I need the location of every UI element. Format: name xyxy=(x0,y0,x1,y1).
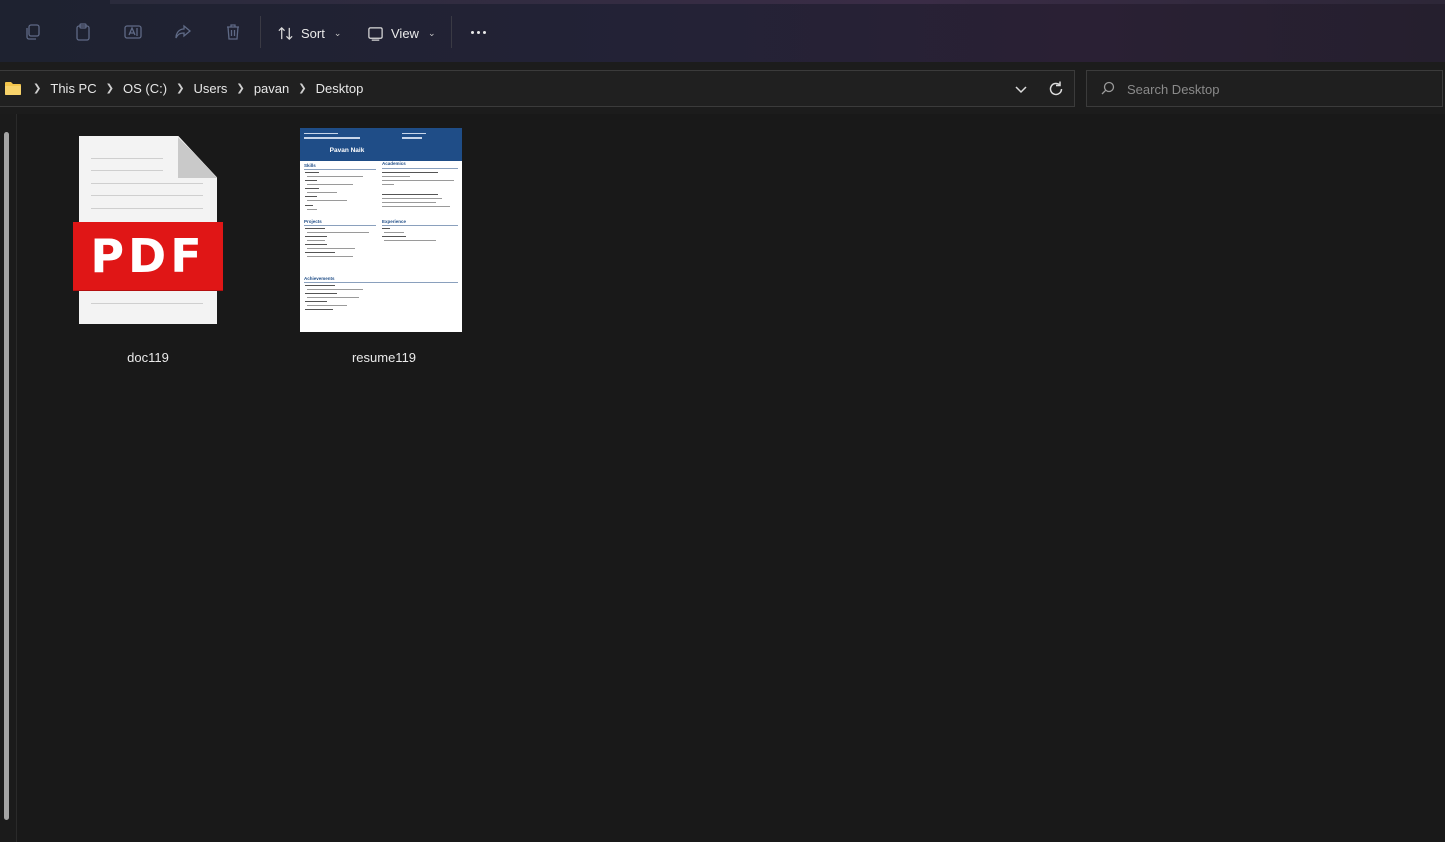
resume-links-lines xyxy=(402,132,426,139)
rename-icon[interactable] xyxy=(122,21,144,43)
chevron-right-icon[interactable]: ❯ xyxy=(298,83,306,94)
paste-icon[interactable] xyxy=(72,21,94,43)
chevron-right-icon[interactable]: ❯ xyxy=(33,83,41,94)
more-dots-icon xyxy=(470,30,474,34)
pdf-text-line xyxy=(91,195,203,196)
resume-section-achievements: Achievements xyxy=(304,276,335,281)
search-input[interactable] xyxy=(1127,79,1427,99)
pdf-badge-text: PDF xyxy=(90,229,206,283)
chevron-right-icon[interactable]: ❯ xyxy=(236,83,244,94)
resume-section-projects: Projects xyxy=(304,219,322,224)
search-icon xyxy=(1101,81,1115,95)
sort-button[interactable]: Sort ⌄ xyxy=(277,19,341,47)
view-button[interactable]: View ⌄ xyxy=(367,19,436,47)
more-options-button[interactable] xyxy=(466,22,490,42)
copy-icon[interactable] xyxy=(22,21,44,43)
pdf-text-line xyxy=(91,303,203,304)
share-icon[interactable] xyxy=(172,21,194,43)
pdf-text-line xyxy=(91,208,203,209)
chevron-right-icon[interactable]: ❯ xyxy=(106,83,114,94)
search-box[interactable] xyxy=(1086,70,1443,107)
file-item-doc119[interactable]: PDF doc119 xyxy=(63,124,233,369)
resume-header: Pavan Naik xyxy=(300,128,462,161)
chevron-down-icon: ⌄ xyxy=(427,27,436,38)
chevron-right-icon[interactable]: ❯ xyxy=(176,83,184,94)
chevron-down-icon[interactable] xyxy=(1012,80,1030,98)
file-item-resume119[interactable]: Pavan Naik Skills Academics Projects Exp… xyxy=(287,124,487,369)
address-bar[interactable]: ❯ This PC ❯ OS (C:) ❯ Users ❯ pavan ❯ De… xyxy=(0,70,1075,107)
file-list-area[interactable]: PDF doc119 Pavan Naik Skills Academics P… xyxy=(0,114,1445,842)
toolbar-top-edge xyxy=(110,0,1445,4)
pdf-file-icon: PDF xyxy=(73,136,223,330)
breadcrumb-desktop[interactable]: Desktop xyxy=(316,81,364,96)
breadcrumb-users[interactable]: Users xyxy=(193,81,227,96)
resume-person-name: Pavan Naik xyxy=(329,147,365,154)
resume-section-skills: Skills xyxy=(304,163,316,168)
breadcrumb-pavan[interactable]: pavan xyxy=(254,81,289,96)
scrollbar-thumb[interactable] xyxy=(4,132,9,820)
command-bar: Sort ⌄ View ⌄ xyxy=(0,0,1445,62)
toolbar-divider xyxy=(260,16,261,48)
file-name[interactable]: resume119 xyxy=(287,350,481,365)
file-explorer-window: Sort ⌄ View ⌄ ❯ This PC ❯ OS (C:) ❯ User… xyxy=(0,0,1445,842)
pdf-text-line xyxy=(91,183,203,184)
delete-icon[interactable] xyxy=(222,21,244,43)
file-name[interactable]: doc119 xyxy=(63,350,233,365)
address-row: ❯ This PC ❯ OS (C:) ❯ Users ❯ pavan ❯ De… xyxy=(0,62,1445,114)
pdf-text-line xyxy=(91,158,163,159)
toolbar-divider xyxy=(451,16,452,48)
breadcrumb-this-pc[interactable]: This PC xyxy=(50,81,96,96)
resume-contact-lines xyxy=(304,132,360,139)
resume-thumbnail: Pavan Naik Skills Academics Projects Exp… xyxy=(300,128,462,332)
folder-icon xyxy=(5,82,21,95)
pdf-badge: PDF xyxy=(73,222,223,290)
navigation-pane-edge xyxy=(0,114,17,842)
sort-icon xyxy=(278,26,293,40)
refresh-icon[interactable] xyxy=(1046,79,1066,99)
sort-label: Sort xyxy=(301,25,325,41)
pdf-text-line xyxy=(91,170,163,171)
resume-section-academics: Academics xyxy=(382,161,406,166)
view-label: View xyxy=(391,25,419,41)
view-icon xyxy=(368,26,383,41)
breadcrumb-os-c[interactable]: OS (C:) xyxy=(123,81,167,96)
chevron-down-icon: ⌄ xyxy=(333,27,342,38)
breadcrumb: ❯ This PC ❯ OS (C:) ❯ Users ❯ pavan ❯ De… xyxy=(24,71,363,106)
resume-section-experience: Experience xyxy=(382,219,407,224)
